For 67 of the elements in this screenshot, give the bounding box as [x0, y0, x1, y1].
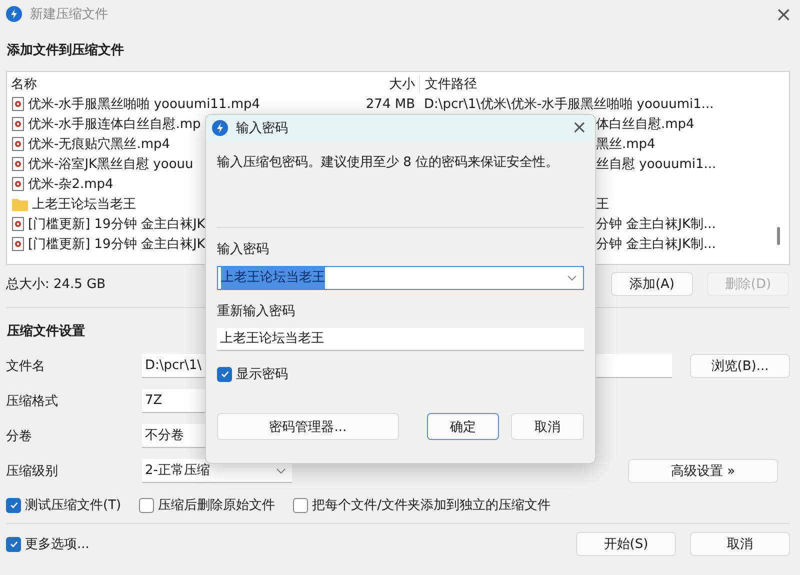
video-file-icon	[12, 97, 24, 111]
video-file-icon	[12, 137, 24, 151]
checkbox-label: 显示密码	[236, 366, 288, 383]
field-label: 压缩级别	[6, 463, 59, 480]
file-path: D:\pcr\1\优米\优米-水手服黑丝啪啪 yoouumi1...	[424, 97, 714, 112]
file-name: 优米-杂2.mp4	[28, 176, 114, 193]
field-label: 输入密码	[217, 241, 270, 258]
field-label: 压缩格式	[6, 393, 59, 410]
field-label: 文件名	[6, 358, 46, 375]
add-button[interactable]: 添加(A)	[611, 272, 693, 296]
checkbox-label: 更多选项...	[25, 536, 90, 553]
scrollbar-thumb[interactable]	[777, 227, 780, 245]
section-title: 添加文件到压缩文件	[7, 42, 124, 59]
password-text: 上老王论坛当老王	[221, 267, 325, 289]
chevron-down-icon	[567, 275, 577, 281]
video-file-icon	[12, 217, 24, 231]
file-name: [门槛更新] 19分钟 金主白袜JK	[28, 216, 206, 233]
file-path: 王	[596, 197, 609, 212]
column-header[interactable]: 大小	[347, 75, 419, 93]
file-size: 274 MB	[366, 96, 415, 112]
file-name: 优米-水手服黑丝啪啪 yoouumi11.mp4	[28, 96, 260, 113]
app-logo-icon	[6, 6, 22, 22]
video-file-icon	[12, 177, 24, 191]
video-file-icon	[12, 157, 24, 171]
dialog-title: 输入密码	[236, 120, 288, 137]
password-manager-button[interactable]: 密码管理器...	[217, 413, 399, 440]
video-file-icon	[12, 237, 24, 251]
file-name: 上老王论坛当老王	[32, 196, 136, 213]
close-button[interactable]: ×	[564, 119, 595, 137]
repeat-password-field[interactable]: 上老王论坛当老王	[217, 328, 584, 351]
checkbox-label: 把每个文件/文件夹添加到独立的压缩文件	[312, 497, 550, 514]
file-path: 体白丝自慰.mp4	[596, 117, 694, 132]
checkbox-label: 测试压缩文件(T)	[25, 497, 122, 514]
window-title: 新建压缩文件	[30, 6, 108, 23]
file-name: 优米-水手服连体白丝自慰.mp	[28, 116, 201, 133]
section-title: 压缩文件设置	[7, 322, 85, 340]
checkbox-label: 压缩后删除原始文件	[158, 497, 276, 514]
field-label: 分卷	[6, 428, 33, 445]
ok-button[interactable]: 确定	[426, 413, 500, 440]
checkbox[interactable]	[293, 498, 308, 512]
file-path: 黑丝.mp4	[596, 137, 656, 152]
checkbox[interactable]	[139, 498, 154, 512]
file-name: [门槛更新] 19分钟 金主白袜JK	[28, 236, 206, 253]
file-name: 优米-无痕贴穴黑丝.mp4	[28, 136, 170, 153]
cancel-button[interactable]: 取消	[690, 532, 790, 556]
video-file-icon	[12, 117, 24, 131]
close-button[interactable]: ×	[767, 4, 800, 24]
browse-button[interactable]: 浏览(B)...	[690, 354, 790, 378]
column-header[interactable]: 名称	[7, 75, 347, 93]
checkbox[interactable]	[6, 498, 21, 512]
cancel-button[interactable]: 取消	[511, 413, 584, 440]
total-size: 总大小: 24.5 GB	[6, 276, 106, 293]
checkbox[interactable]	[217, 366, 232, 382]
folder-icon	[12, 198, 28, 210]
file-path: 分钟 金主白袜JK制...	[596, 237, 716, 252]
file-path: 分钟 金主白袜JK制...	[596, 217, 716, 232]
checkbox[interactable]	[6, 536, 21, 552]
start-button[interactable]: 开始(S)	[576, 532, 676, 556]
advanced-settings-button[interactable]: 高级设置 »	[628, 459, 778, 483]
file-path: 丝自慰 yoouumi1...	[596, 157, 716, 172]
file-name: 优米-浴室JK黑丝自慰 yoouu	[28, 156, 194, 173]
chevron-down-icon	[276, 468, 286, 474]
field-label: 重新输入密码	[217, 303, 296, 320]
password-field[interactable]: 上老王论坛当老王	[217, 266, 584, 290]
column-header[interactable]: 文件路径	[419, 75, 789, 93]
description-text: 输入压缩包密码。建议使用至少 8 位的密码来保证安全性。	[217, 154, 560, 172]
app-logo-icon	[212, 120, 228, 136]
